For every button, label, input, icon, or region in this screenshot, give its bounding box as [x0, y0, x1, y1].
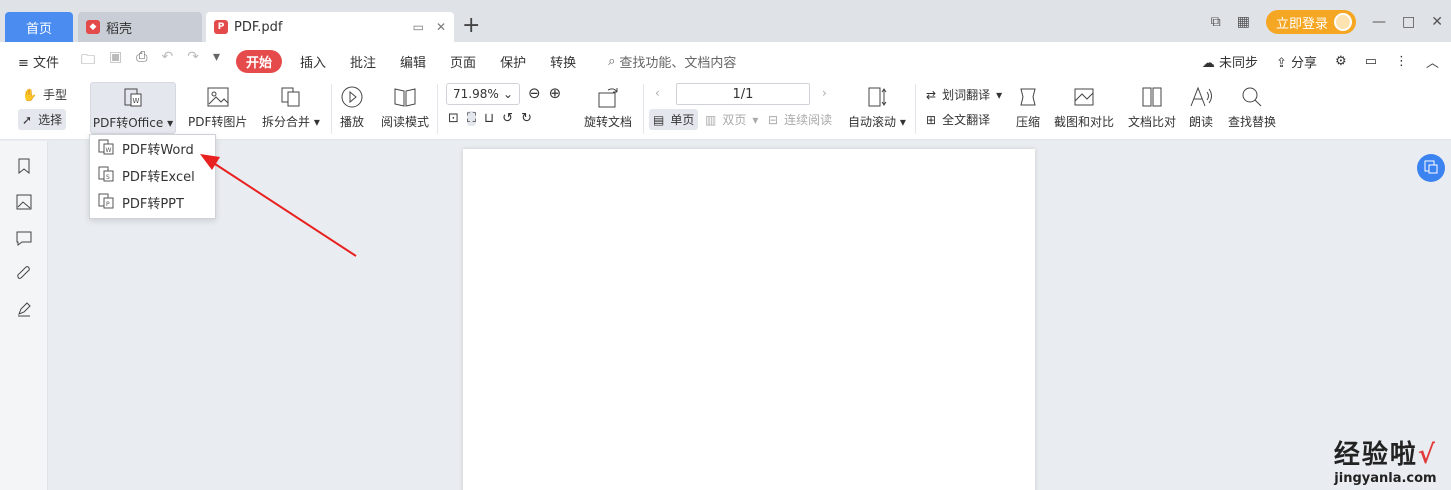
watermark-main: 经验啦√ — [1333, 440, 1437, 470]
watermark: 经验啦√ jingyanla.com — [1334, 434, 1437, 486]
watermark-url: jingyanla.com — [1334, 471, 1437, 486]
annotation-arrow — [200, 154, 357, 257]
